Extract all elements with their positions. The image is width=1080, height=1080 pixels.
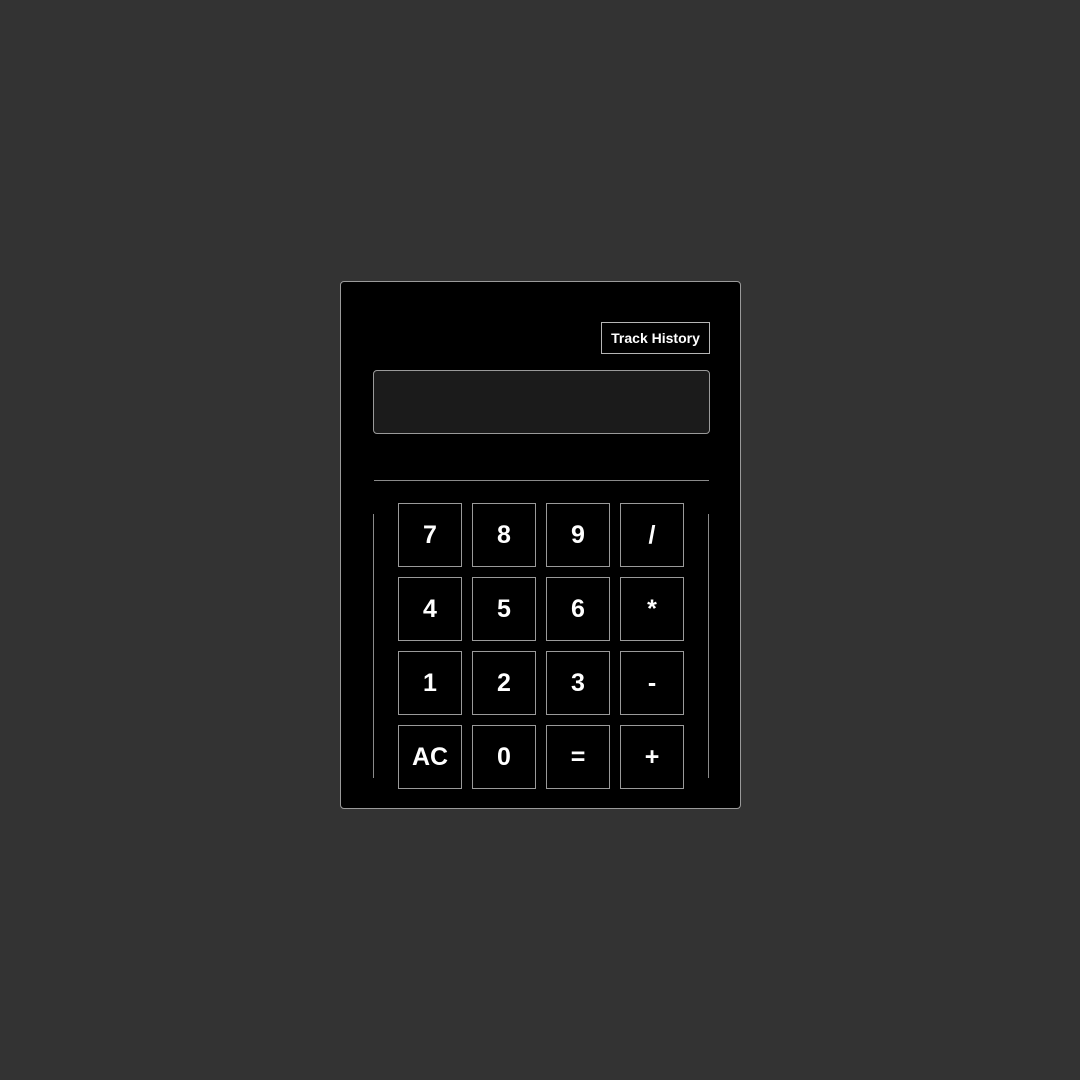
- key-5[interactable]: 5: [472, 577, 536, 641]
- calculator: Track History 7 8 9 / 4 5 6 * 1 2 3 - AC…: [340, 281, 741, 809]
- divider: [374, 480, 709, 481]
- key-3[interactable]: 3: [546, 651, 610, 715]
- key-8[interactable]: 8: [472, 503, 536, 567]
- keypad-left-border: [373, 514, 374, 778]
- track-history-button[interactable]: Track History: [601, 322, 710, 354]
- key-1[interactable]: 1: [398, 651, 462, 715]
- key-7[interactable]: 7: [398, 503, 462, 567]
- keypad: 7 8 9 / 4 5 6 * 1 2 3 - AC 0 = +: [398, 503, 684, 789]
- key-0[interactable]: 0: [472, 725, 536, 789]
- key-4[interactable]: 4: [398, 577, 462, 641]
- key-6[interactable]: 6: [546, 577, 610, 641]
- key-equals[interactable]: =: [546, 725, 610, 789]
- key-multiply[interactable]: *: [620, 577, 684, 641]
- key-2[interactable]: 2: [472, 651, 536, 715]
- key-all-clear[interactable]: AC: [398, 725, 462, 789]
- key-9[interactable]: 9: [546, 503, 610, 567]
- calculator-display: [373, 370, 710, 434]
- key-subtract[interactable]: -: [620, 651, 684, 715]
- keypad-right-border: [708, 514, 709, 778]
- key-divide[interactable]: /: [620, 503, 684, 567]
- key-add[interactable]: +: [620, 725, 684, 789]
